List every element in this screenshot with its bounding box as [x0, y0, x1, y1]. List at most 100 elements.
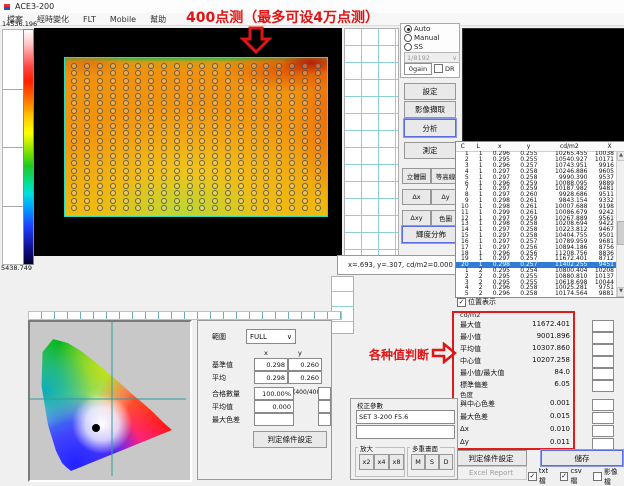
measure-point-marker [225, 160, 231, 166]
points-table[interactable]: CLxycd/m2X 110.2960.25510265.45510038210… [455, 141, 624, 298]
table-scrollbar[interactable]: ▲ ▼ [616, 151, 624, 297]
average-x-field[interactable]: 0.298 [254, 371, 288, 384]
chevron-down-icon: ∨ [287, 333, 292, 341]
calibration-title: 校正參數 [355, 400, 385, 410]
delta-xy-button[interactable]: Δxy [402, 210, 431, 226]
measure-point-marker [302, 123, 308, 129]
measure-button[interactable]: 測定 [404, 142, 456, 159]
dr-checkbox[interactable]: DR [434, 64, 455, 73]
stats-label: Δx [460, 425, 469, 433]
position-display-checkbox[interactable]: ✓ 位置表示 [457, 297, 496, 307]
measure-point-marker [71, 70, 77, 76]
measure-point-marker [199, 138, 205, 144]
judge-result-box [592, 380, 614, 392]
measure-point-marker [161, 198, 167, 204]
measure-point-marker [84, 63, 90, 69]
range-select[interactable]: FULL ∨ [246, 329, 296, 344]
measure-point-marker [276, 78, 282, 84]
measure-point-marker [84, 183, 90, 189]
table-row[interactable]: 520.2960.25810174.5649881 [456, 291, 617, 297]
export-checkbox-checked[interactable]: ✓txt檔 [528, 467, 555, 485]
analyze-button[interactable]: 分析 [404, 119, 456, 137]
grid-overlay-panel [344, 28, 399, 256]
color-scale-bar [23, 29, 34, 265]
measure-point-marker [110, 63, 116, 69]
scroll-up-icon[interactable]: ▲ [617, 151, 624, 161]
measure-point-marker [123, 70, 129, 76]
measure-point-marker [187, 108, 193, 114]
measure-point-marker [187, 100, 193, 106]
measure-point-marker [302, 100, 308, 106]
scroll-thumb[interactable] [617, 221, 624, 245]
measure-point-marker [199, 190, 205, 196]
measure-point-marker [225, 115, 231, 121]
measurement-view[interactable] [34, 28, 342, 256]
ruler-strip-vertical [331, 276, 354, 334]
measure-point-marker [123, 198, 129, 204]
export-checkbox-unchecked[interactable]: 影像檔 [593, 466, 624, 486]
export-format-checkboxes: ✓txt檔 ✓csv檔影像檔 [528, 466, 624, 486]
measure-point-marker [161, 160, 167, 166]
measure-point-marker [97, 130, 103, 136]
points-table-body[interactable]: 110.2960.25510265.45510038210.2950.25510… [456, 151, 617, 297]
measure-point-marker [251, 100, 257, 106]
measure-point-marker [123, 153, 129, 159]
zoom-x4-button[interactable]: x4 [374, 454, 389, 470]
stats-label: 最大色差 [460, 412, 488, 422]
luminance-distribution-button[interactable]: 輝度分佈 [402, 226, 460, 243]
measure-point-marker [225, 63, 231, 69]
capture-mode-radio-ss[interactable]: SS [404, 43, 459, 51]
image-capture-button[interactable]: 影像擷取 [404, 101, 456, 118]
window-title: ACE3-200 [15, 2, 54, 11]
judge-condition-button[interactable]: 判定條件設定 [253, 431, 327, 448]
measure-point-marker [110, 138, 116, 144]
export-checkbox-checked[interactable]: ✓csv檔 [560, 467, 589, 485]
multi-screen-s-button[interactable]: S [425, 454, 439, 470]
mean-value-field[interactable]: 0.000 [254, 400, 294, 413]
measure-point-marker [289, 153, 295, 159]
zoom-x2-button[interactable]: x2 [359, 454, 374, 470]
calibration-extra-field[interactable] [356, 425, 455, 439]
max-color-diff-field[interactable] [254, 413, 294, 426]
scroll-down-icon[interactable]: ▼ [617, 287, 624, 297]
measure-point-marker [135, 108, 141, 114]
multi-screen-d-button[interactable]: D [439, 454, 453, 470]
measure-point-marker [225, 138, 231, 144]
judge-condition-button[interactable]: 判定條件設定 [455, 450, 527, 466]
measure-point-marker [71, 115, 77, 121]
capture-mode-radio-auto[interactable]: Auto [404, 25, 459, 33]
measure-point-marker [123, 190, 129, 196]
luminance-heatmap[interactable] [64, 57, 328, 217]
camera-thumbnail-view[interactable] [462, 28, 624, 142]
capture-mode-radio-manual[interactable]: Manual [404, 34, 459, 42]
measure-point-marker [84, 115, 90, 121]
pass-count-label: 合格數量 [212, 389, 240, 399]
calibration-set-field[interactable]: SET 3-200 F5.6 [356, 410, 455, 424]
measure-point-marker [161, 70, 167, 76]
shutter-select[interactable]: 1/8192 ∨ [404, 52, 460, 63]
menu-item[interactable]: FLT [76, 15, 103, 24]
multi-screen-label: 多重畫面 [410, 443, 440, 453]
measure-point-marker [135, 160, 141, 166]
measure-point-marker [225, 130, 231, 136]
measure-point-marker [135, 100, 141, 106]
measure-point-marker [97, 63, 103, 69]
menu-item[interactable]: Mobile [103, 15, 143, 24]
delta-x-button[interactable]: Δx [402, 189, 431, 205]
reference-x-field[interactable]: 0.298 [254, 358, 288, 371]
measure-point-marker [251, 175, 257, 181]
zoom-x8-button[interactable]: x8 [389, 454, 404, 470]
settings-button[interactable]: 設定 [404, 83, 456, 100]
measure-point-marker [123, 85, 129, 91]
gain-button[interactable]: 0gain [404, 63, 432, 75]
excel-report-button[interactable]: Excel Report [455, 466, 527, 480]
multi-screen-m-button[interactable]: M [411, 454, 425, 470]
stereo-view-button[interactable]: 立體圖 [402, 168, 431, 184]
average-y-field[interactable]: 0.260 [288, 371, 322, 384]
measure-point-marker [135, 183, 141, 189]
reference-y-field[interactable]: 0.260 [288, 358, 322, 371]
menu-item[interactable]: 幫助 [143, 14, 173, 25]
save-button[interactable]: 儲存 [541, 450, 623, 466]
cie-chromaticity-panel[interactable] [28, 320, 192, 482]
measure-point-grid [68, 62, 324, 212]
